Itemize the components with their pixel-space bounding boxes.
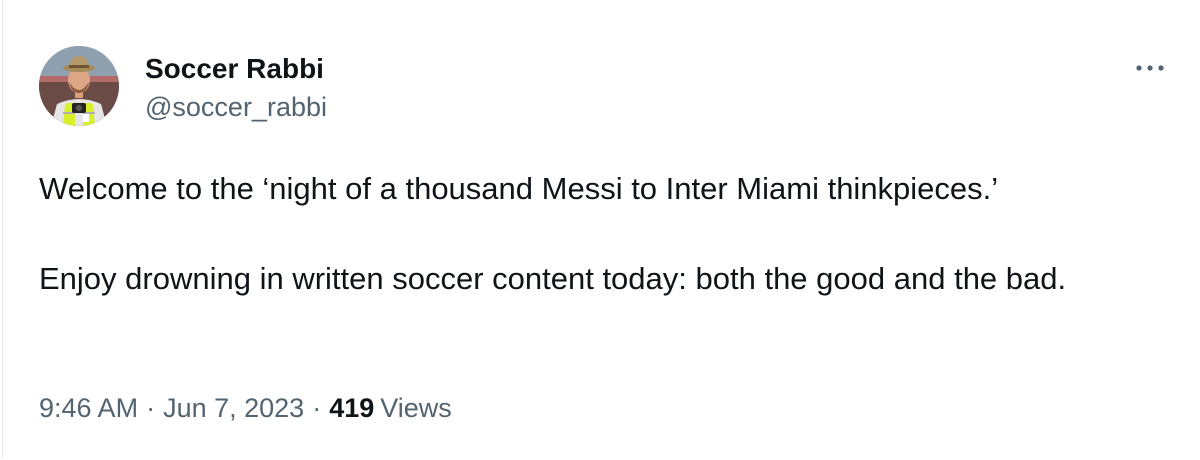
tweet-header: Soccer Rabbi @soccer_rabbi bbox=[39, 46, 327, 126]
views-count[interactable]: 419 bbox=[329, 393, 374, 423]
more-options-icon bbox=[1136, 65, 1164, 71]
user-handle[interactable]: @soccer_rabbi bbox=[145, 90, 327, 124]
display-name[interactable]: Soccer Rabbi bbox=[145, 52, 327, 86]
avatar-photo-icon bbox=[39, 46, 119, 126]
author-names: Soccer Rabbi @soccer_rabbi bbox=[145, 46, 327, 124]
tweet-paragraph-1: Welcome to the ‘night of a thousand Mess… bbox=[39, 171, 999, 206]
views-label[interactable]: Views bbox=[380, 393, 452, 423]
meta-separator: · bbox=[146, 393, 156, 423]
tweet-paragraph-2: Enjoy drowning in written soccer content… bbox=[39, 261, 1067, 296]
avatar[interactable] bbox=[39, 46, 119, 126]
more-options-button[interactable] bbox=[1132, 56, 1168, 80]
tweet-time[interactable]: 9:46 AM bbox=[39, 393, 138, 423]
tweet-card: Soccer Rabbi @soccer_rabbi Welcome to th… bbox=[2, 0, 1198, 458]
tweet-text: Welcome to the ‘night of a thousand Mess… bbox=[39, 166, 1159, 301]
tweet-meta: 9:46 AM · Jun 7, 2023 · 419 Views bbox=[39, 390, 452, 426]
tweet-date[interactable]: Jun 7, 2023 bbox=[163, 393, 304, 423]
meta-separator: · bbox=[312, 393, 322, 423]
